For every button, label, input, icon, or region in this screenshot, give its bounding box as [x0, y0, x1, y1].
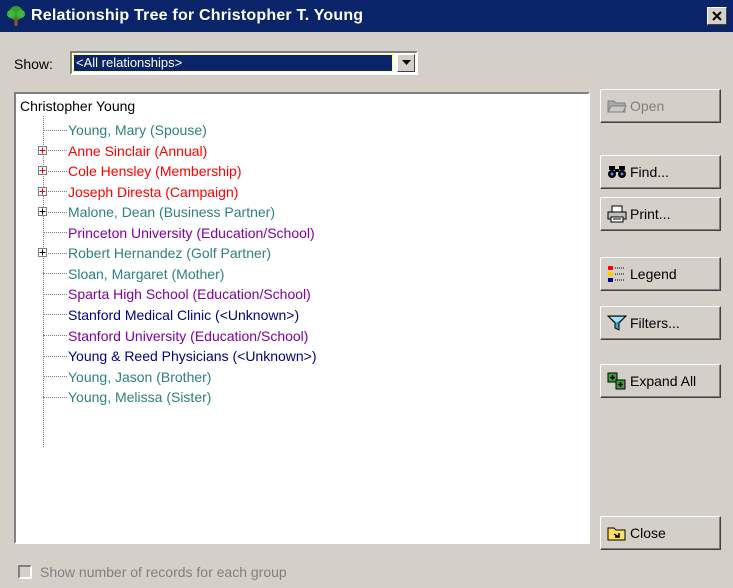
tree-item-label: Young, Melissa (Sister) — [68, 389, 212, 406]
tree-item-label: Cole Hensley (Membership) — [68, 163, 242, 180]
chevron-down-icon — [401, 60, 411, 65]
tree-branch-line — [43, 376, 67, 378]
show-label: Show: — [14, 56, 53, 72]
tree-item-label: Young & Reed Physicians (<Unknown>) — [68, 348, 317, 365]
tree-item-label: Anne Sinclair (Annual) — [68, 142, 208, 159]
open-button[interactable]: Open — [600, 89, 721, 123]
funnel-icon — [606, 314, 628, 332]
expand-all-button[interactable]: Expand All — [600, 364, 721, 398]
tree-item[interactable]: Joseph Diresta (Campaign) — [34, 181, 238, 203]
filters-button-label: Filters... — [630, 315, 680, 331]
close-button[interactable]: Close — [600, 516, 721, 550]
tree-item[interactable]: Stanford Medical Clinic (<Unknown>) — [34, 304, 299, 326]
title-bar: Relationship Tree for Christopher T. You… — [0, 0, 733, 32]
relationship-tree[interactable]: Christopher Young Young, Mary (Spouse) An… — [14, 92, 590, 544]
print-button-label: Print... — [630, 206, 671, 222]
tree-item-label: Stanford University (Education/School) — [68, 327, 309, 344]
tree-item-label: Sparta High School (Education/School) — [68, 286, 311, 303]
tree-item[interactable]: Malone, Dean (Business Partner) — [34, 201, 275, 223]
tree-root-node[interactable]: Christopher Young — [20, 98, 135, 114]
binoculars-icon — [607, 163, 627, 181]
tree-item-label: Young, Jason (Brother) — [68, 368, 212, 385]
expand-node-icon[interactable] — [38, 207, 47, 217]
find-button[interactable]: Find... — [600, 155, 721, 189]
record-count-checkbox-label: Show number of records for each group — [40, 564, 287, 580]
tree-icon — [5, 5, 27, 27]
expand-all-button-label: Expand All — [630, 373, 697, 389]
filters-button[interactable]: Filters... — [600, 306, 721, 340]
tree-item[interactable]: Young, Jason (Brother) — [34, 366, 211, 388]
tree-branch-line — [43, 273, 67, 275]
tree-item[interactable]: Anne Sinclair (Annual) — [34, 140, 207, 162]
tree-item[interactable]: Sparta High School (Education/School) — [34, 283, 311, 305]
tree-item[interactable]: Young, Melissa (Sister) — [34, 386, 211, 408]
tree-item[interactable]: Princeton University (Education/School) — [34, 222, 315, 244]
tree-item[interactable]: Robert Hernandez (Golf Partner) — [34, 242, 271, 264]
tree-item-label: Robert Hernandez (Golf Partner) — [68, 245, 272, 262]
close-button-label: Close — [630, 525, 666, 541]
tree-item[interactable]: Stanford University (Education/School) — [34, 325, 308, 347]
tree-item-label: Sloan, Margaret (Mother) — [68, 265, 225, 282]
expand-node-icon[interactable] — [38, 166, 47, 176]
expand-node-icon[interactable] — [38, 248, 47, 258]
tree-branch-line — [43, 314, 67, 316]
dropdown-arrow-button[interactable] — [397, 54, 415, 72]
tree-item-label: Stanford Medical Clinic (<Unknown>) — [68, 306, 300, 323]
close-icon — [712, 11, 722, 21]
tree-item[interactable]: Sloan, Margaret (Mother) — [34, 263, 224, 285]
open-button-label: Open — [630, 98, 665, 114]
tree-branch-line — [43, 355, 67, 357]
tree-item[interactable]: Young & Reed Physicians (<Unknown>) — [34, 345, 317, 367]
print-button[interactable]: Print... — [600, 197, 721, 231]
record-count-option[interactable]: Show number of records for each group — [18, 564, 287, 580]
record-count-checkbox[interactable] — [18, 565, 32, 579]
legend-button[interactable]: Legend — [600, 257, 721, 291]
legend-button-label: Legend — [630, 266, 677, 282]
tree-item-label: Joseph Diresta (Campaign) — [68, 183, 239, 200]
folder-open-icon — [607, 97, 627, 115]
printer-icon — [607, 205, 627, 223]
tree-item[interactable]: Cole Hensley (Membership) — [34, 160, 242, 182]
window-title: Relationship Tree for Christopher T. You… — [31, 7, 364, 24]
tree-item-label: Princeton University (Education/School) — [68, 224, 315, 241]
tree-branch-line — [43, 293, 67, 295]
expand-node-icon[interactable] — [38, 186, 47, 196]
expand-all-icon — [607, 372, 627, 390]
tree-item[interactable]: Young, Mary (Spouse) — [34, 119, 207, 141]
tree-branch-line — [43, 232, 67, 234]
folder-arrow-icon — [607, 524, 627, 542]
find-button-label: Find... — [630, 164, 669, 180]
tree-branch-line — [43, 335, 67, 336]
show-dropdown-value: <All relationships> — [73, 54, 393, 72]
close-window-button[interactable] — [707, 7, 727, 25]
tree-item-label: Malone, Dean (Business Partner) — [68, 204, 275, 221]
legend-icon — [607, 265, 627, 283]
expand-node-icon[interactable] — [38, 145, 47, 155]
tree-branch-line — [43, 129, 67, 131]
show-dropdown[interactable]: <All relationships> — [70, 51, 418, 75]
show-filter-row: Show: — [14, 52, 53, 76]
tree-branch-line — [43, 396, 67, 398]
tree-item-label: Young, Mary (Spouse) — [68, 122, 207, 138]
